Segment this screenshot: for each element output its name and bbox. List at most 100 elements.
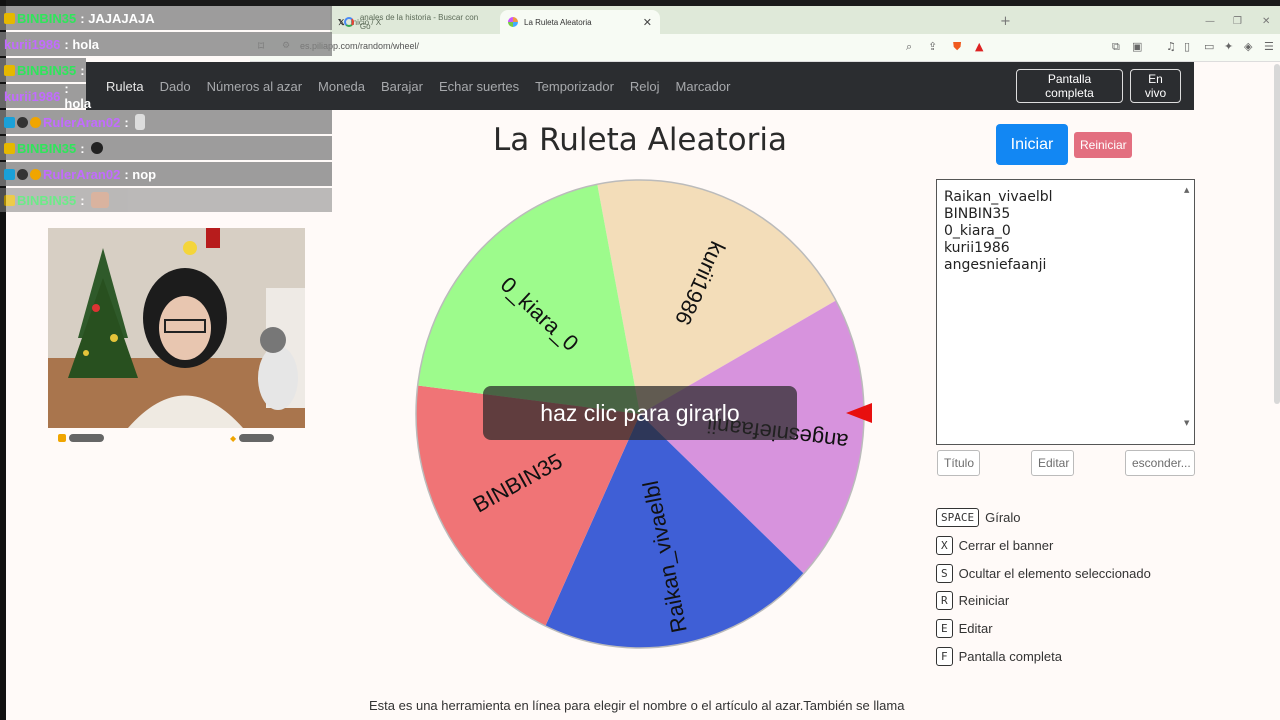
vpn-icon[interactable]: ◈ <box>1244 40 1252 53</box>
key-x: X <box>936 536 953 555</box>
bits-badge-icon <box>30 116 41 128</box>
title-button[interactable]: Título <box>937 450 980 476</box>
key-s: S <box>936 564 953 583</box>
chat-username: kurii1986 <box>4 88 61 104</box>
sidebar-icon[interactable]: ▯ <box>1184 40 1190 53</box>
chat-username: BINBIN35 <box>17 140 77 156</box>
chat-text: : JAJAJAJA <box>80 10 155 26</box>
music-icon[interactable]: ♫ <box>1166 40 1176 53</box>
sub-badge-icon <box>17 116 28 128</box>
wallet-icon[interactable]: ▣ <box>1132 40 1142 53</box>
webcam-image <box>48 228 305 428</box>
tab-la-ruleta[interactable]: La Ruleta Aleatoria ✕ <box>500 10 660 34</box>
close-tab-icon[interactable]: ✕ <box>643 16 652 29</box>
chat-text: : <box>80 62 85 78</box>
chat-text: : <box>124 114 129 130</box>
nav-barajar[interactable]: Barajar <box>381 79 423 94</box>
start-button[interactable]: Iniciar <box>996 124 1068 165</box>
chat-username: BINBIN35 <box>17 62 77 78</box>
crown-badge-icon <box>4 142 15 154</box>
stream-chat-overlay: BINBIN35 : JAJAJAJA kurii1986 : hola BIN… <box>0 6 332 214</box>
key-f: F <box>936 647 953 666</box>
extensions-icon[interactable]: ⧉ <box>1112 40 1120 54</box>
chat-text: : hola <box>64 36 100 52</box>
nav-echar-suertes[interactable]: Echar suertes <box>439 79 519 94</box>
shortcut-space: SPACE Gíralo <box>936 508 1021 527</box>
verified-badge-icon <box>4 116 15 128</box>
chat-message: kurii1986 : hola <box>0 81 91 111</box>
ai-icon[interactable]: ✦ <box>1224 40 1233 53</box>
zoom-icon[interactable]: ⌕ <box>906 40 912 54</box>
hide-button[interactable]: esconder... <box>1125 450 1195 476</box>
chat-username: RulerAran02 <box>43 114 121 130</box>
chat-username: BINBIN35 <box>17 10 77 26</box>
chat-message: BINBIN35 : <box>0 188 332 212</box>
social-handle-pill <box>69 434 104 442</box>
name-entry: 0_kiara_0 <box>944 223 1011 239</box>
emote-icon <box>134 114 145 130</box>
emote-icon <box>90 192 109 208</box>
webcam-feed <box>48 228 305 428</box>
brave-shield-icon[interactable]: ⛊ <box>953 40 961 54</box>
twitter-icon: ◆ <box>230 433 237 443</box>
fullscreen-button[interactable]: Pantalla completa <box>1016 69 1123 103</box>
crown-badge-icon <box>4 194 15 206</box>
live-button[interactable]: En vivo <box>1130 69 1181 103</box>
tab-search[interactable]: anales de la historia - Buscar con Go <box>336 10 496 34</box>
google-icon <box>344 17 354 27</box>
description-text: Esta es una herramienta en línea para el… <box>369 698 905 713</box>
shortcut-e: E Editar <box>936 619 993 638</box>
chat-message: RulerAran02 : nop <box>0 162 332 186</box>
edit-button[interactable]: Editar <box>1031 450 1074 476</box>
wallet2-icon[interactable]: ▭ <box>1204 40 1214 53</box>
restore-icon[interactable]: ❐ <box>1233 16 1242 27</box>
shortcut-x: X Cerrar el banner <box>936 536 1053 555</box>
name-entry: angesniefaanji <box>944 257 1047 273</box>
chat-username: BINBIN35 <box>17 192 77 208</box>
key-r: R <box>936 591 953 610</box>
page-title: La Ruleta Aleatoria <box>493 122 787 158</box>
shortcut-s: S Ocultar el elemento seleccionado <box>936 564 1151 583</box>
reset-button[interactable]: Reiniciar <box>1074 132 1132 158</box>
scroll-down-icon[interactable]: ▼ <box>1184 415 1189 432</box>
nav-reloj[interactable]: Reloj <box>630 79 660 94</box>
names-textarea[interactable]: Raikan_vivaelbl BINBIN35 0_kiara_0 kurii… <box>936 179 1195 445</box>
social-instagram <box>58 432 104 444</box>
chat-message: BINBIN35 : JAJAJAJA <box>0 6 332 30</box>
wheel-favicon-icon <box>508 17 518 27</box>
crown-badge-icon <box>4 64 15 76</box>
chat-text: : <box>80 140 85 156</box>
rewards-icon[interactable]: ▲ <box>975 40 983 53</box>
chat-text: : <box>80 192 85 208</box>
name-entry: BINBIN35 <box>944 206 1011 222</box>
textarea-scrollbar[interactable]: ▲ ▼ <box>1184 182 1192 432</box>
nav-temporizador[interactable]: Temporizador <box>535 79 614 94</box>
nav-marcador[interactable]: Marcador <box>676 79 731 94</box>
share-icon[interactable]: ⇪ <box>928 40 937 53</box>
menu-icon[interactable]: ☰ <box>1264 40 1274 53</box>
minimize-icon[interactable]: — <box>1205 16 1215 27</box>
chat-username: RulerAran02 <box>43 166 121 182</box>
new-tab-icon[interactable]: + <box>1000 14 1011 29</box>
chat-message: kurii1986 : hola <box>0 32 332 56</box>
social-twitter: ◆ <box>230 432 274 444</box>
name-entry: kurii1986 <box>944 240 1010 256</box>
verified-badge-icon <box>4 168 15 180</box>
browser-tab-bar: 𝕏 Inicio / X anales de la historia - Bus… <box>330 6 1280 34</box>
key-space: SPACE <box>936 508 980 527</box>
instagram-icon <box>58 434 66 442</box>
chat-username: kurii1986 <box>4 36 61 52</box>
sub-badge-icon <box>17 168 28 180</box>
close-window-icon[interactable]: ✕ <box>1262 16 1270 27</box>
scroll-up-icon[interactable]: ▲ <box>1184 182 1189 199</box>
wheel-pointer <box>846 403 872 423</box>
spin-banner[interactable]: haz clic para girarlo <box>483 386 797 440</box>
chat-text: : nop <box>124 166 157 182</box>
page-scrollbar[interactable] <box>1274 64 1280 404</box>
address-bar: ⌑ ⚙ es.piliapp.com/random/wheel/ ⌕ ⇪ ⛊ ▲… <box>250 34 1280 62</box>
shortcut-f: F Pantalla completa <box>936 647 1062 666</box>
key-e: E <box>936 619 953 638</box>
chat-text: : hola <box>64 81 92 111</box>
chat-message: BINBIN35 : <box>0 58 86 82</box>
crown-badge-icon <box>4 12 15 24</box>
